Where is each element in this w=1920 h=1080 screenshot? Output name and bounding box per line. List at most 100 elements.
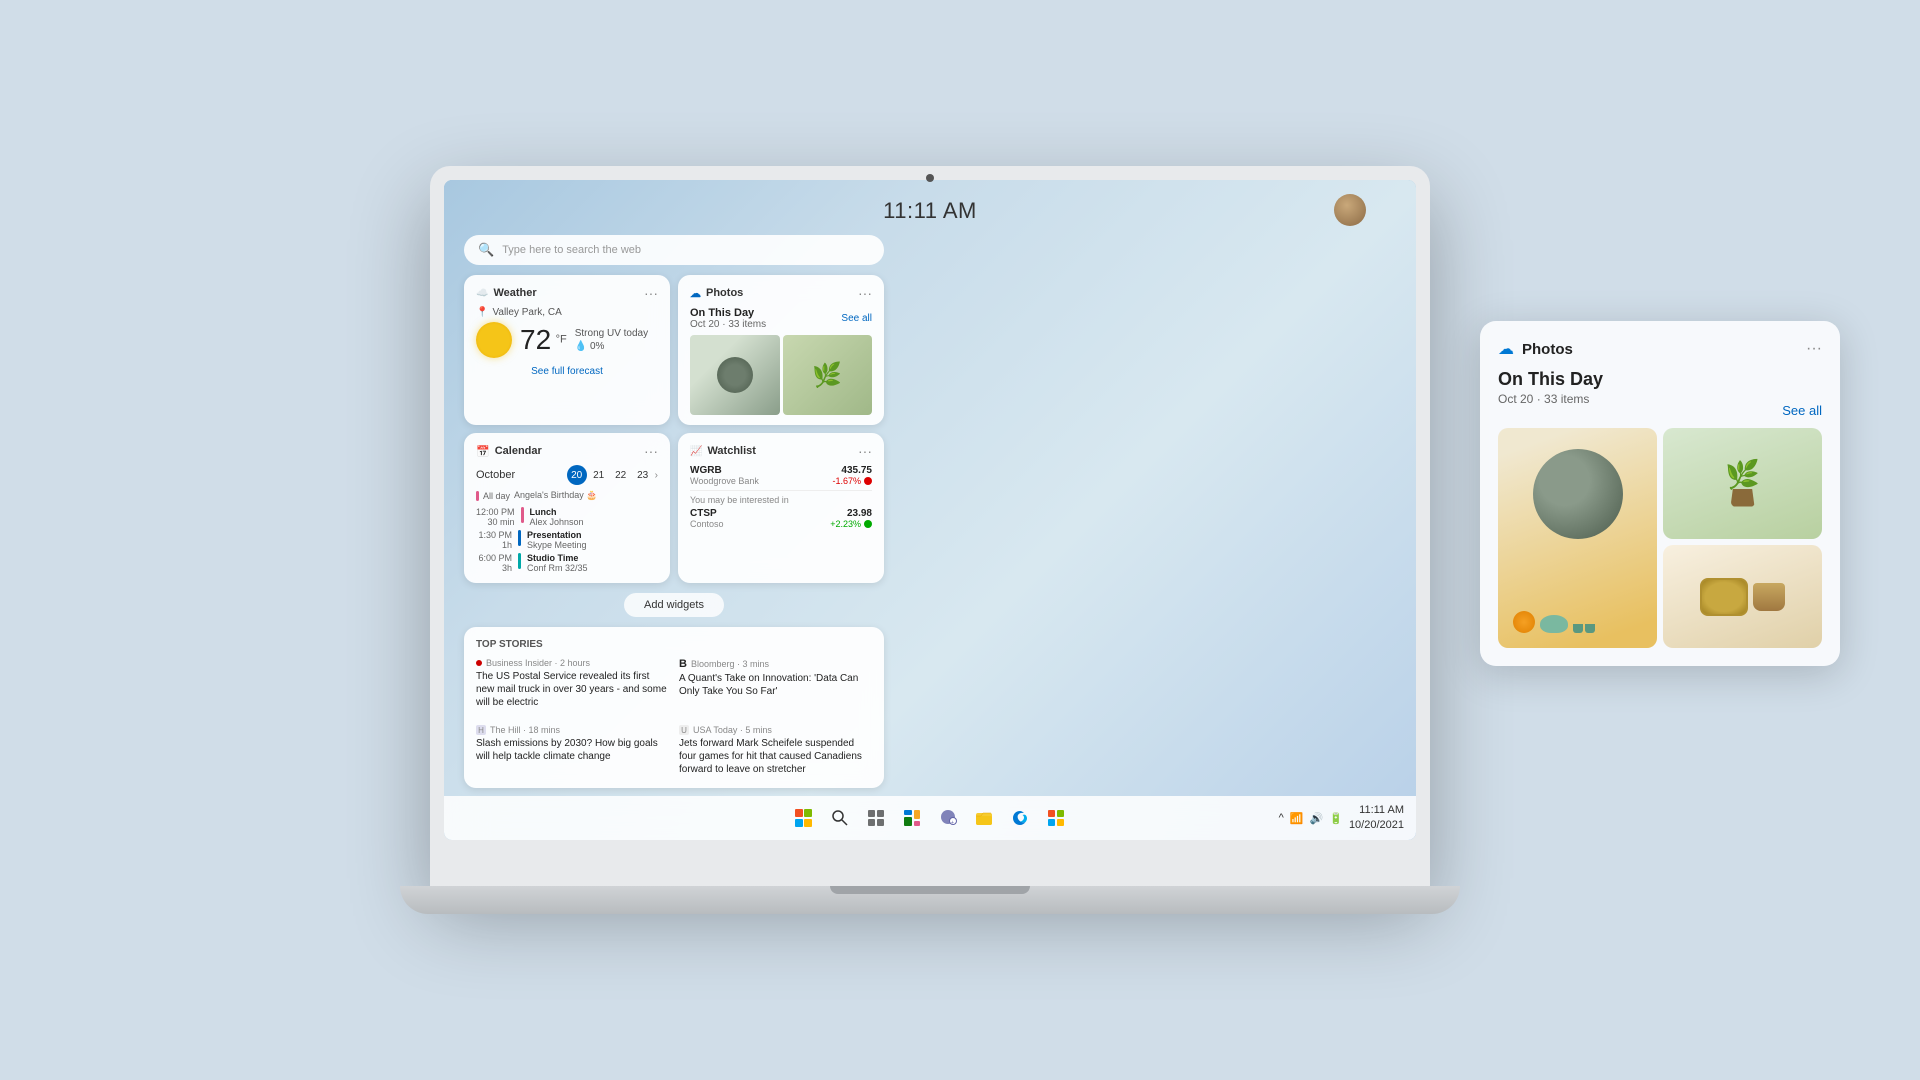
stock-ctsp-price: 23.98 +2.23% — [830, 508, 872, 529]
event-time-lunch: 12:00 PM 30 min — [476, 507, 515, 527]
event-details-studio: Studio Time Conf Rm 32/35 — [527, 553, 588, 573]
plant-icon: 🌿 — [812, 361, 842, 390]
sun-icon — [476, 322, 512, 358]
popup-photo-plant[interactable]: 🌿 — [1663, 428, 1822, 539]
photos-cloud-icon: ☁ — [690, 287, 701, 300]
location-text: Valley Park, CA — [492, 307, 561, 318]
start-button[interactable] — [788, 802, 820, 834]
popup-header: ☁ Photos ··· — [1498, 339, 1822, 359]
photo-thumb-plant[interactable]: 🌿 — [783, 335, 873, 415]
taskbar-edge-button[interactable] — [1004, 802, 1036, 834]
battery-icon[interactable]: 🔋 — [1329, 812, 1343, 825]
tray-chevron[interactable]: ^ — [1279, 812, 1284, 824]
photos-subheader: On This Day Oct 20 · 33 items See all — [690, 307, 872, 330]
business-insider-dot — [476, 660, 482, 666]
taskbar-explorer-button[interactable] — [968, 802, 1000, 834]
weather-icon: ☁️ — [476, 288, 488, 299]
laptop-screen: 11:11 AM 🔍 Type here to search the web — [444, 180, 1416, 840]
popup-photo-large[interactable] — [1498, 428, 1657, 648]
weather-condition: Strong UV today — [575, 328, 648, 339]
stock-wgrb-info: WGRB Woodgrove Bank — [690, 465, 759, 486]
clock-display: 11:11 AM — [883, 198, 977, 224]
taskbar-chat-button[interactable]: + — [932, 802, 964, 834]
calendar-month-row: October 20 21 22 23 › — [476, 465, 658, 485]
bloomberg-b-icon: B — [679, 658, 687, 670]
calendar-month: October — [476, 469, 515, 481]
photos-title: Photos — [706, 287, 743, 299]
weather-title-row: ☁️ Weather — [476, 287, 537, 299]
taskbar-store-button[interactable] — [1040, 802, 1072, 834]
calendar-day-23[interactable]: 23 — [633, 465, 653, 485]
news-source-1: Business Insider · 2 hours — [476, 658, 669, 668]
taskbar-widgets-button[interactable] — [896, 802, 928, 834]
user-avatar[interactable] — [1334, 194, 1366, 226]
pillow-element — [1700, 578, 1748, 616]
calendar-day-21[interactable]: 21 — [589, 465, 609, 485]
calendar-day-22[interactable]: 22 — [611, 465, 631, 485]
calendar-event-lunch: 12:00 PM 30 min Lunch Alex Johnson — [476, 507, 658, 527]
taskbar-search-button[interactable] — [824, 802, 856, 834]
calendar-menu-icon[interactable]: ··· — [644, 443, 658, 459]
watchlist-title-row: 📈 Watchlist — [690, 445, 756, 457]
calendar-header: 📅 Calendar ··· — [476, 443, 658, 459]
forecast-link[interactable]: See full forecast — [476, 366, 658, 377]
add-widgets-button[interactable]: Add widgets — [624, 593, 724, 617]
store-icon — [1047, 809, 1065, 827]
rain-icon: 💧 — [575, 341, 587, 352]
plant-emoji: 🌿 — [1725, 461, 1760, 489]
news-grid: Business Insider · 2 hours The US Postal… — [476, 658, 872, 776]
win-logo-red — [795, 809, 803, 817]
popup-circle — [1533, 449, 1623, 539]
news-article-1[interactable]: Business Insider · 2 hours The US Postal… — [476, 658, 669, 709]
watchlist-icon: 📈 — [690, 446, 702, 457]
watchlist-title: Watchlist — [707, 445, 756, 457]
weather-location: 📍 Valley Park, CA — [476, 307, 658, 318]
event-bar-lunch — [521, 507, 524, 523]
news-article-2[interactable]: B Bloomberg · 3 mins A Quant's Take on I… — [679, 658, 872, 709]
popup-photo-pillow[interactable] — [1663, 545, 1822, 648]
news-source-3: H The Hill · 18 mins — [476, 725, 669, 735]
photos-see-all[interactable]: See all — [841, 313, 872, 324]
popup-info: On This Day Oct 20 · 33 items — [1498, 369, 1603, 418]
news-source-2: B Bloomberg · 3 mins — [679, 658, 872, 670]
all-day-bar — [476, 491, 479, 501]
news-article-3[interactable]: H The Hill · 18 mins Slash emissions by … — [476, 725, 669, 776]
popup-date: Oct 20 — [1498, 392, 1533, 406]
calendar-nav-forward[interactable]: › — [655, 470, 658, 481]
taskbar: + — [444, 796, 1416, 840]
photos-on-this-day: On This Day Oct 20 · 33 items — [690, 307, 766, 330]
stock-wgrb-row: WGRB Woodgrove Bank 435.75 -1.67% — [690, 465, 872, 486]
news-article-4[interactable]: U USA Today · 5 mins Jets forward Mark S… — [679, 725, 872, 776]
weather-menu-icon[interactable]: ··· — [644, 285, 658, 301]
clock-time: 11:11 AM — [883, 198, 977, 223]
temperature-value: 72 — [520, 324, 551, 355]
photo-thumb-circle[interactable] — [690, 335, 780, 415]
calendar-day-today[interactable]: 20 — [567, 465, 587, 485]
popup-menu-button[interactable]: ··· — [1806, 340, 1822, 358]
calendar-events: All day Angela's Birthday 🎂 12:00 PM 30 … — [476, 490, 658, 573]
popup-date-items: Oct 20 · 33 items — [1498, 392, 1603, 406]
edge-icon — [1011, 809, 1029, 827]
popup-see-all-button[interactable]: See all — [1782, 403, 1822, 418]
search-bar[interactable]: 🔍 Type here to search the web — [464, 235, 884, 265]
event-details-lunch: Lunch Alex Johnson — [530, 507, 584, 527]
avatar-image — [1334, 194, 1366, 226]
volume-icon[interactable]: 🔊 — [1310, 812, 1324, 825]
popup-date-see-row: On This Day Oct 20 · 33 items See all — [1498, 369, 1822, 418]
taskbar-date-display: 10/20/2021 — [1349, 818, 1404, 833]
popup-title-row: ☁ Photos — [1498, 339, 1573, 359]
photos-header: ☁ Photos ··· — [690, 285, 872, 301]
laptop-base — [400, 886, 1460, 914]
news-top-stories-label: TOP STORIES — [476, 639, 872, 650]
photos-menu-icon[interactable]: ··· — [858, 285, 872, 301]
popup-title: Photos — [1522, 341, 1573, 358]
wifi-icon[interactable]: 📶 — [1290, 812, 1304, 825]
watchlist-menu-icon[interactable]: ··· — [858, 443, 872, 459]
calendar-icon: 📅 — [476, 445, 490, 458]
camera-dot — [926, 174, 934, 182]
taskbar-taskview-button[interactable] — [860, 802, 892, 834]
taskbar-clock[interactable]: 11:11 AM 10/20/2021 — [1349, 803, 1404, 834]
taskview-icon — [867, 809, 885, 827]
calendar-title: Calendar — [495, 445, 542, 457]
photos-title-row: ☁ Photos — [690, 287, 743, 300]
